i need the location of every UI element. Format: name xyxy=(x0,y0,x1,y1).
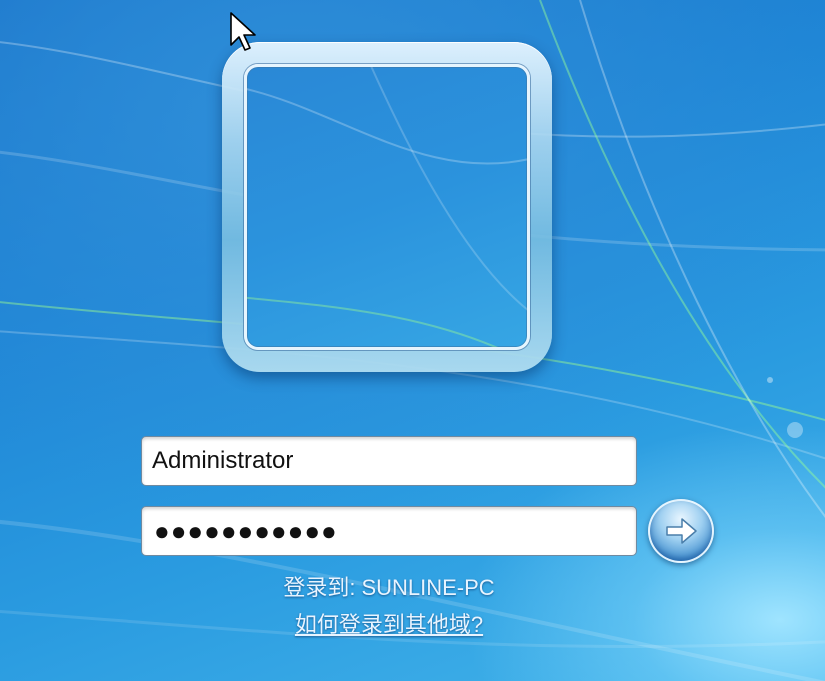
computer-name: SUNLINE-PC xyxy=(361,575,495,600)
logon-to-label: 登录到: xyxy=(283,575,356,600)
username-input[interactable] xyxy=(141,436,637,486)
arrow-right-icon xyxy=(666,518,697,544)
other-domain-link[interactable]: 如何登录到其他域? xyxy=(141,607,637,639)
user-picture-swooshes xyxy=(247,67,527,347)
user-picture xyxy=(244,64,530,350)
user-picture-frame xyxy=(222,42,552,372)
mouse-pointer-icon xyxy=(230,12,256,51)
password-input[interactable] xyxy=(141,506,637,556)
logon-to-text: 登录到: SUNLINE-PC xyxy=(141,570,637,602)
submit-button[interactable] xyxy=(648,499,714,563)
